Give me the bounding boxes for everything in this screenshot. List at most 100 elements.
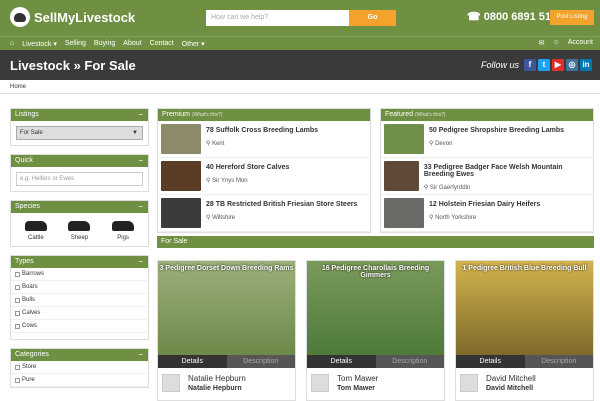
avatar-icon	[311, 374, 329, 392]
listing-thumbnail	[384, 161, 419, 191]
type-label: Boars	[22, 284, 38, 290]
listings-select[interactable]: For Sale ▼	[16, 126, 143, 140]
collapse-icon[interactable]: −	[138, 156, 143, 165]
checkbox[interactable]	[15, 364, 20, 370]
search-button[interactable]: Go	[349, 10, 396, 26]
breadcrumb: Home	[0, 80, 600, 94]
checkbox[interactable]	[15, 284, 20, 290]
categories-panel: Categories − Store Pure	[10, 348, 149, 388]
listings-select-value: For Sale	[20, 130, 43, 136]
listing-card[interactable]: 16 Pedigree Charollais Breeding Gimmers …	[306, 260, 445, 401]
collapse-icon[interactable]: −	[138, 350, 143, 359]
species-label: Pigs	[117, 235, 129, 241]
quick-panel: Quick − e.g. Heifers or Ewes	[10, 154, 149, 192]
checkbox[interactable]	[15, 271, 20, 277]
featured-box: Featured (What's this?) 50 Pedigree Shro…	[380, 108, 594, 233]
breadcrumb-home[interactable]: Home	[10, 84, 26, 90]
search-input[interactable]: How can we help?	[206, 10, 349, 26]
seller-name[interactable]: David Mitchell	[486, 374, 536, 383]
category-store[interactable]: Store	[11, 361, 148, 374]
featured-item[interactable]: 50 Pedigree Shropshire Breeding Lambs ⚲ D…	[381, 121, 593, 158]
home-icon[interactable]: ⌂	[10, 40, 14, 47]
collapse-icon[interactable]: −	[138, 202, 143, 211]
listing-location: ⚲ Sir Ynys Mon	[206, 178, 248, 184]
categories-title: Categories	[15, 351, 49, 358]
card-title[interactable]: 1 Pedigree British Blue Breeding Bull	[456, 265, 593, 272]
collapse-icon[interactable]: −	[138, 257, 143, 266]
post-listing-button[interactable]: Post Listing	[550, 10, 594, 25]
seller-name[interactable]: Tom Mawer	[337, 374, 378, 383]
for-sale-cards: 3 Pedigree Dorset Down Breeding Rams Det…	[157, 260, 594, 401]
whats-this-link[interactable]: (What's this?)	[192, 112, 222, 118]
quick-search-input[interactable]: e.g. Heifers or Ewes	[16, 172, 143, 186]
checkbox[interactable]	[15, 310, 20, 316]
listing-title[interactable]: 33 Pedigree Badger Face Welsh Mountain B…	[424, 164, 590, 178]
twitter-icon[interactable]: t	[538, 59, 550, 71]
details-tab[interactable]: Details	[456, 355, 525, 368]
featured-item[interactable]: 12 Holstein Friesian Dairy Heifers ⚲ Nort…	[381, 195, 593, 232]
nav-buying[interactable]: Buying	[94, 40, 115, 47]
listing-title[interactable]: 78 Suffolk Cross Breeding Lambs	[206, 127, 318, 134]
account-link[interactable]: Account	[568, 39, 593, 47]
nav-other[interactable]: Other ▾	[182, 40, 205, 48]
checkbox[interactable]	[15, 323, 20, 329]
quick-title: Quick	[15, 157, 33, 164]
type-barrows[interactable]: Barrows	[11, 268, 148, 281]
species-label: Sheep	[70, 235, 89, 241]
sidebar: Listings − For Sale ▼ Quick − e.g. Heifers …	[10, 108, 149, 396]
youtube-icon[interactable]: ▶	[552, 59, 564, 71]
category-label: Pure	[22, 377, 35, 383]
seller-company: David Mitchell	[486, 385, 534, 392]
nav-contact[interactable]: Contact	[150, 40, 174, 47]
mail-icon[interactable]: ✉	[539, 39, 545, 47]
listing-thumbnail	[161, 198, 201, 228]
species-sheep[interactable]: Sheep	[68, 218, 91, 241]
facebook-icon[interactable]: f	[524, 59, 536, 71]
top-header: SellMyLivestock How can we help? Go ☎ 08…	[0, 0, 600, 36]
listing-card[interactable]: 3 Pedigree Dorset Down Breeding Rams Det…	[157, 260, 296, 401]
details-tab[interactable]: Details	[307, 355, 376, 368]
card-title[interactable]: 3 Pedigree Dorset Down Breeding Rams	[158, 265, 295, 272]
nav-selling[interactable]: Selling	[65, 40, 86, 47]
type-bulls[interactable]: Bulls	[11, 294, 148, 307]
seller-info: Tom Mawer Tom Mawer	[307, 368, 444, 398]
nav-about[interactable]: About	[123, 40, 141, 47]
listing-card[interactable]: 1 Pedigree British Blue Breeding Bull De…	[455, 260, 594, 401]
listing-title[interactable]: 50 Pedigree Shropshire Breeding Lambs	[429, 127, 564, 134]
description-tab[interactable]: Description	[375, 355, 444, 368]
linkedin-icon[interactable]: in	[580, 59, 592, 71]
premium-item[interactable]: 28 TB Restricted British Friesian Store …	[158, 195, 370, 232]
type-cows[interactable]: Cows	[11, 320, 148, 333]
description-tab[interactable]: Description	[226, 355, 295, 368]
listing-title[interactable]: 40 Hereford Store Calves	[206, 164, 289, 171]
premium-box: Premium (What's this?) 78 Suffolk Cross …	[157, 108, 371, 233]
seller-name[interactable]: Natalie Hepburn	[188, 374, 246, 383]
type-calves[interactable]: Calves	[11, 307, 148, 320]
logo-text: SellMyLivestock	[34, 9, 136, 25]
logo[interactable]: SellMyLivestock	[10, 7, 135, 27]
description-tab[interactable]: Description	[524, 355, 593, 368]
listing-title[interactable]: 28 TB Restricted British Friesian Store …	[206, 201, 357, 208]
listing-title[interactable]: 12 Holstein Friesian Dairy Heifers	[429, 201, 540, 208]
user-icon[interactable]: ☺	[553, 39, 560, 47]
location-text: Kent	[212, 141, 225, 147]
category-pure[interactable]: Pure	[11, 374, 148, 387]
type-boars[interactable]: Boars	[11, 281, 148, 294]
instagram-icon[interactable]: ◎	[566, 59, 578, 71]
premium-item[interactable]: 40 Hereford Store Calves ⚲ Sir Ynys Mon	[158, 158, 370, 195]
type-label: Calves	[22, 310, 41, 316]
details-tab[interactable]: Details	[158, 355, 227, 368]
featured-item[interactable]: 33 Pedigree Badger Face Welsh Mountain B…	[381, 158, 593, 195]
collapse-icon[interactable]: −	[138, 110, 143, 119]
checkbox[interactable]	[15, 377, 20, 383]
listing-image: 16 Pedigree Charollais Breeding Gimmers	[307, 261, 444, 355]
card-title[interactable]: 16 Pedigree Charollais Breeding Gimmers	[307, 265, 444, 279]
premium-item[interactable]: 78 Suffolk Cross Breeding Lambs ⚲ Kent	[158, 121, 370, 158]
nav-livestock[interactable]: Livestock ▾	[22, 40, 57, 48]
seller-company: Natalie Hepburn	[188, 385, 242, 392]
species-cattle[interactable]: Cattle	[24, 218, 47, 241]
species-pigs[interactable]: Pigs	[112, 218, 135, 241]
main-nav: ⌂ Livestock ▾ Selling Buying About Conta…	[0, 36, 600, 50]
whats-this-link[interactable]: (What's this?)	[415, 112, 445, 118]
checkbox[interactable]	[15, 297, 20, 303]
